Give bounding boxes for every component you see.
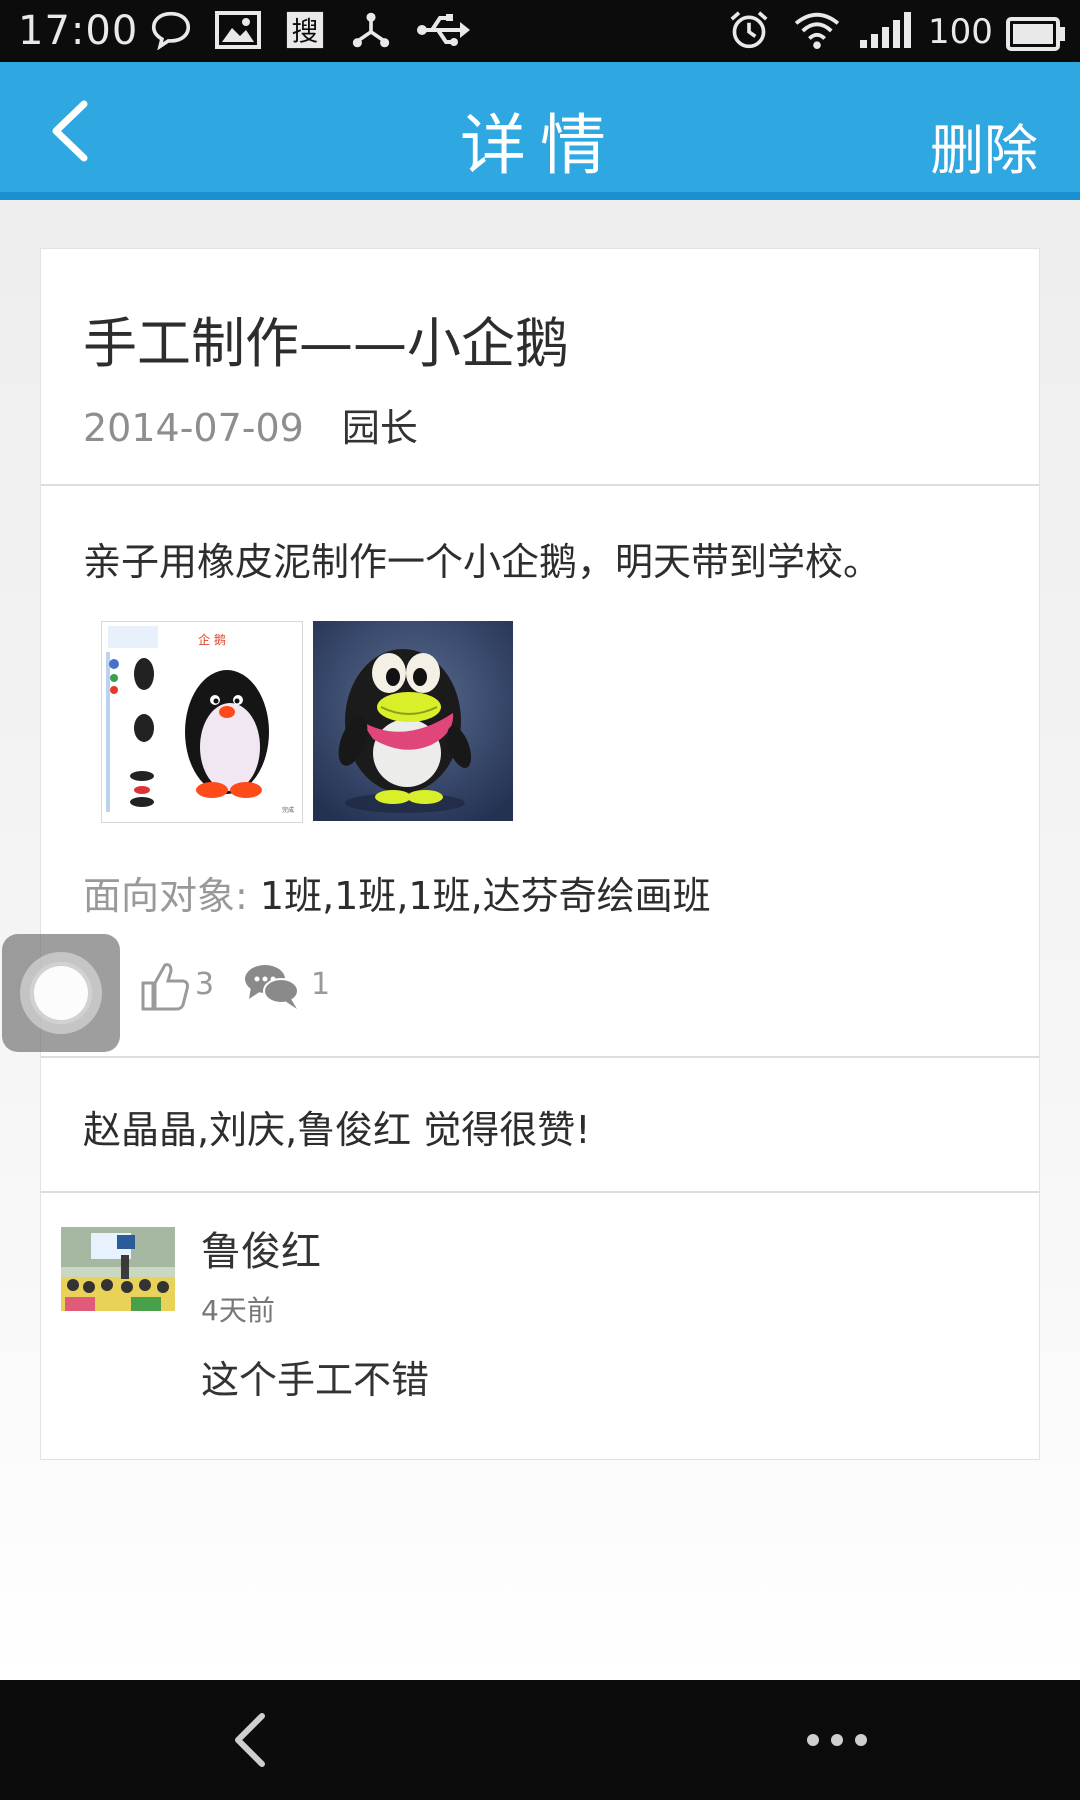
post-author: 园长 bbox=[341, 406, 418, 450]
post-content: 亲子用橡皮泥制作一个小企鹅，明天带到学校。 bbox=[83, 540, 882, 584]
comment-bubbles-icon[interactable] bbox=[243, 961, 301, 1011]
status-bar: 17:00 搜 100 bbox=[0, 0, 1080, 62]
clay-penguin-photo[interactable] bbox=[313, 621, 513, 821]
like-count: 3 bbox=[195, 967, 215, 1002]
thumbs-up-icon[interactable] bbox=[133, 955, 193, 1015]
share-icon bbox=[352, 12, 390, 48]
divider bbox=[41, 1056, 1039, 1058]
signal-icon bbox=[860, 12, 911, 48]
usb-icon bbox=[417, 14, 470, 46]
post-date: 2014-07-09 bbox=[83, 406, 304, 450]
comment-text: 这个手工不错 bbox=[201, 1358, 430, 1402]
post-card: 手工制作——小企鹅 2014-07-09 园长 亲子用橡皮泥制作一个小企鹅，明天带… bbox=[40, 248, 1040, 1460]
post-meta: 2014-07-09 园长 bbox=[83, 397, 418, 452]
page-title: 详情 bbox=[460, 107, 620, 184]
assistive-center-icon bbox=[30, 962, 92, 1024]
image-icon bbox=[215, 11, 261, 49]
bottom-nav-bar bbox=[0, 1680, 1080, 1800]
avatar[interactable] bbox=[61, 1227, 175, 1311]
svg-text:完成: 完成 bbox=[282, 806, 294, 814]
audience: 面向对象: 1班,1班,1班,达芬奇绘画班 bbox=[83, 865, 711, 920]
wifi-icon bbox=[794, 12, 840, 50]
divider bbox=[41, 1191, 1039, 1193]
likes-summary: 赵晶晶,刘庆,鲁俊红 觉得很赞! bbox=[83, 1108, 591, 1152]
audience-label: 面向对象: bbox=[83, 874, 260, 918]
battery-level: 100 bbox=[928, 12, 993, 52]
nav-back-icon[interactable] bbox=[222, 1710, 282, 1770]
app-bar: 详情 删除 bbox=[0, 62, 1080, 200]
svg-text:搜: 搜 bbox=[292, 16, 319, 47]
comment-count: 1 bbox=[311, 967, 331, 1002]
sogou-search-icon: 搜 bbox=[286, 11, 324, 49]
avatar-classroom-image bbox=[61, 1227, 175, 1311]
instruction-heading: 企 鹅 bbox=[198, 632, 226, 647]
alarm-icon bbox=[730, 11, 768, 49]
status-time: 17:00 bbox=[18, 8, 139, 54]
comment-time: 4天前 bbox=[201, 1294, 275, 1327]
comment-author: 鲁俊红 bbox=[201, 1229, 321, 1275]
divider bbox=[41, 484, 1039, 486]
penguin-instruction-image[interactable]: 企 鹅 完成 bbox=[101, 621, 303, 823]
chat-bubble-icon bbox=[151, 11, 191, 50]
audience-value: 1班,1班,1班,达芬奇绘画班 bbox=[259, 874, 711, 918]
penguin-instruction-graphic: 企 鹅 完成 bbox=[102, 622, 302, 822]
battery-icon bbox=[1006, 17, 1065, 51]
more-options-icon[interactable] bbox=[805, 1728, 869, 1752]
post-title: 手工制作——小企鹅 bbox=[83, 312, 569, 375]
clay-penguin-graphic bbox=[313, 621, 513, 821]
delete-button[interactable]: 删除 bbox=[930, 106, 1038, 185]
floating-assistive-button[interactable] bbox=[2, 934, 120, 1052]
